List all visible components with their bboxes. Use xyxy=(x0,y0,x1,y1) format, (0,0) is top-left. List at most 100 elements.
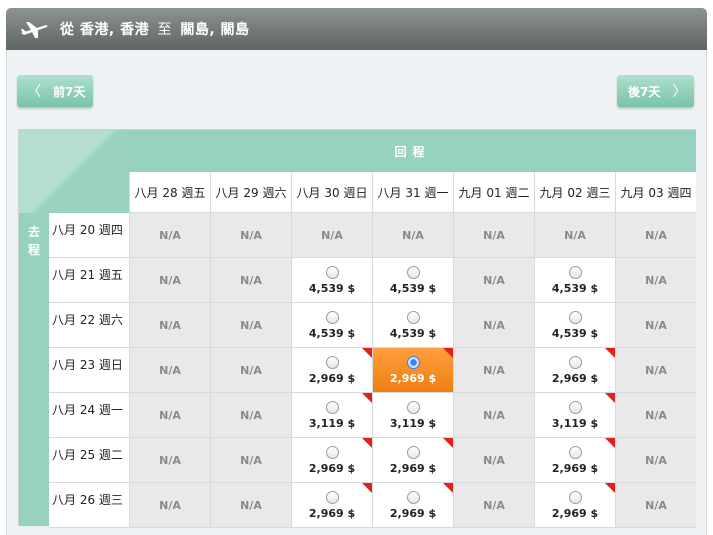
fare-cell[interactable]: 4,539 $ xyxy=(534,303,615,348)
radio-icon[interactable] xyxy=(568,400,582,414)
fare-cell-na: N/A xyxy=(210,213,291,258)
fare-cell-na: N/A xyxy=(129,303,210,348)
fare-price: 2,969 $ xyxy=(551,461,599,475)
return-date-header: 九月 03 週四 xyxy=(615,172,696,213)
fare-price: 4,539 $ xyxy=(308,326,356,340)
fare-cell-na: N/A xyxy=(453,393,534,438)
fare-cell-na: N/A xyxy=(129,483,210,528)
fare-price: 2,969 $ xyxy=(551,371,599,385)
red-corner-flag-icon xyxy=(443,348,453,358)
return-date-header: 九月 01 週二 xyxy=(453,172,534,213)
fare-cell-na: N/A xyxy=(453,483,534,528)
return-date-header: 八月 28 週五 xyxy=(129,172,210,213)
fare-cell-na: N/A xyxy=(129,393,210,438)
fare-cell-na: N/A xyxy=(615,438,696,483)
radio-icon[interactable] xyxy=(568,445,582,459)
next-7-days-button[interactable]: 後7天 〉 xyxy=(617,75,694,107)
red-corner-flag-icon xyxy=(362,483,372,493)
fare-price: 2,969 $ xyxy=(389,371,437,385)
fare-cell-na: N/A xyxy=(210,438,291,483)
fare-cell[interactable]: 4,539 $ xyxy=(534,258,615,303)
radio-icon[interactable] xyxy=(325,445,339,459)
red-corner-flag-icon xyxy=(605,348,615,358)
red-corner-flag-icon xyxy=(443,483,453,493)
radio-icon[interactable] xyxy=(406,355,420,369)
fare-cell-na: N/A xyxy=(372,213,453,258)
fare-price: 3,119 $ xyxy=(551,416,599,430)
radio-icon[interactable] xyxy=(325,400,339,414)
origin-city: 香港, 香港 xyxy=(79,22,150,38)
fare-cell[interactable]: 2,969 $ xyxy=(291,348,372,393)
depart-date-label: 八月 21 週五 xyxy=(49,258,129,303)
radio-icon[interactable] xyxy=(568,355,582,369)
fare-cell[interactable]: 4,539 $ xyxy=(372,303,453,348)
depart-label-char: 程 xyxy=(27,243,40,257)
fare-price: 4,539 $ xyxy=(551,281,599,295)
fare-cell[interactable]: 4,539 $ xyxy=(291,303,372,348)
depart-label-char: 去 xyxy=(27,225,40,239)
fare-cell[interactable]: 2,969 $ xyxy=(291,483,372,528)
radio-icon[interactable] xyxy=(325,490,339,504)
fare-cell-na: N/A xyxy=(453,258,534,303)
fare-cell[interactable]: 2,969 $ xyxy=(534,348,615,393)
fare-cell[interactable]: 2,969 $ xyxy=(534,438,615,483)
radio-icon[interactable] xyxy=(568,265,582,279)
fare-cell-na: N/A xyxy=(534,213,615,258)
fare-cell[interactable]: 2,969 $ xyxy=(291,438,372,483)
to-word: 至 xyxy=(157,22,172,38)
fare-cell-na: N/A xyxy=(615,348,696,393)
fare-price: 2,969 $ xyxy=(389,461,437,475)
route-header: 從 香港, 香港 至 關島, 關島 xyxy=(6,8,707,50)
fare-cell[interactable]: 2,969 $ xyxy=(534,483,615,528)
fare-price: 2,969 $ xyxy=(308,371,356,385)
prev-label: 前7天 xyxy=(53,84,86,99)
radio-icon[interactable] xyxy=(406,265,420,279)
fare-cell-selected[interactable]: 2,969 $ xyxy=(372,348,453,393)
radio-icon[interactable] xyxy=(325,310,339,324)
radio-icon[interactable] xyxy=(325,265,339,279)
fare-cell[interactable]: 4,539 $ xyxy=(372,258,453,303)
fare-cell-na: N/A xyxy=(291,213,372,258)
fare-price: 4,539 $ xyxy=(389,281,437,295)
fare-cell-na: N/A xyxy=(453,303,534,348)
return-header: 回程 xyxy=(129,130,696,172)
radio-icon[interactable] xyxy=(568,310,582,324)
fare-price: 3,119 $ xyxy=(389,416,437,430)
red-corner-flag-icon xyxy=(362,438,372,448)
fare-cell-na: N/A xyxy=(615,258,696,303)
fare-price: 3,119 $ xyxy=(308,416,356,430)
chevron-right-icon: 〉 xyxy=(672,84,687,100)
depart-date-label: 八月 25 週二 xyxy=(49,438,129,483)
fare-cell-na: N/A xyxy=(615,213,696,258)
fare-cell[interactable]: 3,119 $ xyxy=(372,393,453,438)
fare-cell-na: N/A xyxy=(453,213,534,258)
next-label: 後7天 xyxy=(628,84,661,99)
fare-cell-na: N/A xyxy=(129,438,210,483)
fare-cell[interactable]: 4,539 $ xyxy=(291,258,372,303)
prev-7-days-button[interactable]: 〈 前7天 xyxy=(17,75,93,107)
fare-grid: 回程 去 程 八月 28 週五 八月 29 週六 八月 30 週日 八月 31 週一九… xyxy=(18,129,696,528)
airplane-icon xyxy=(21,22,48,38)
red-corner-flag-icon xyxy=(605,438,615,448)
radio-icon[interactable] xyxy=(325,355,339,369)
fare-cell[interactable]: 2,969 $ xyxy=(372,483,453,528)
fare-cell[interactable]: 2,969 $ xyxy=(372,438,453,483)
return-date-header: 八月 30 週日 xyxy=(291,172,372,213)
radio-icon[interactable] xyxy=(406,445,420,459)
radio-icon[interactable] xyxy=(406,310,420,324)
radio-icon[interactable] xyxy=(568,490,582,504)
red-corner-flag-icon xyxy=(362,348,372,358)
fare-cell-na: N/A xyxy=(453,438,534,483)
destination-city: 關島, 關島 xyxy=(180,22,250,38)
red-corner-flag-icon xyxy=(362,393,372,403)
fare-cell[interactable]: 3,119 $ xyxy=(291,393,372,438)
depart-date-label: 八月 26 週三 xyxy=(49,483,129,528)
radio-icon[interactable] xyxy=(406,400,420,414)
fare-cell[interactable]: 3,119 $ xyxy=(534,393,615,438)
fare-cell-na: N/A xyxy=(129,348,210,393)
fare-price: 2,969 $ xyxy=(389,506,437,520)
fare-cell-na: N/A xyxy=(615,483,696,528)
fare-cell-na: N/A xyxy=(129,213,210,258)
radio-icon[interactable] xyxy=(406,490,420,504)
depart-header: 去 程 xyxy=(19,213,49,526)
